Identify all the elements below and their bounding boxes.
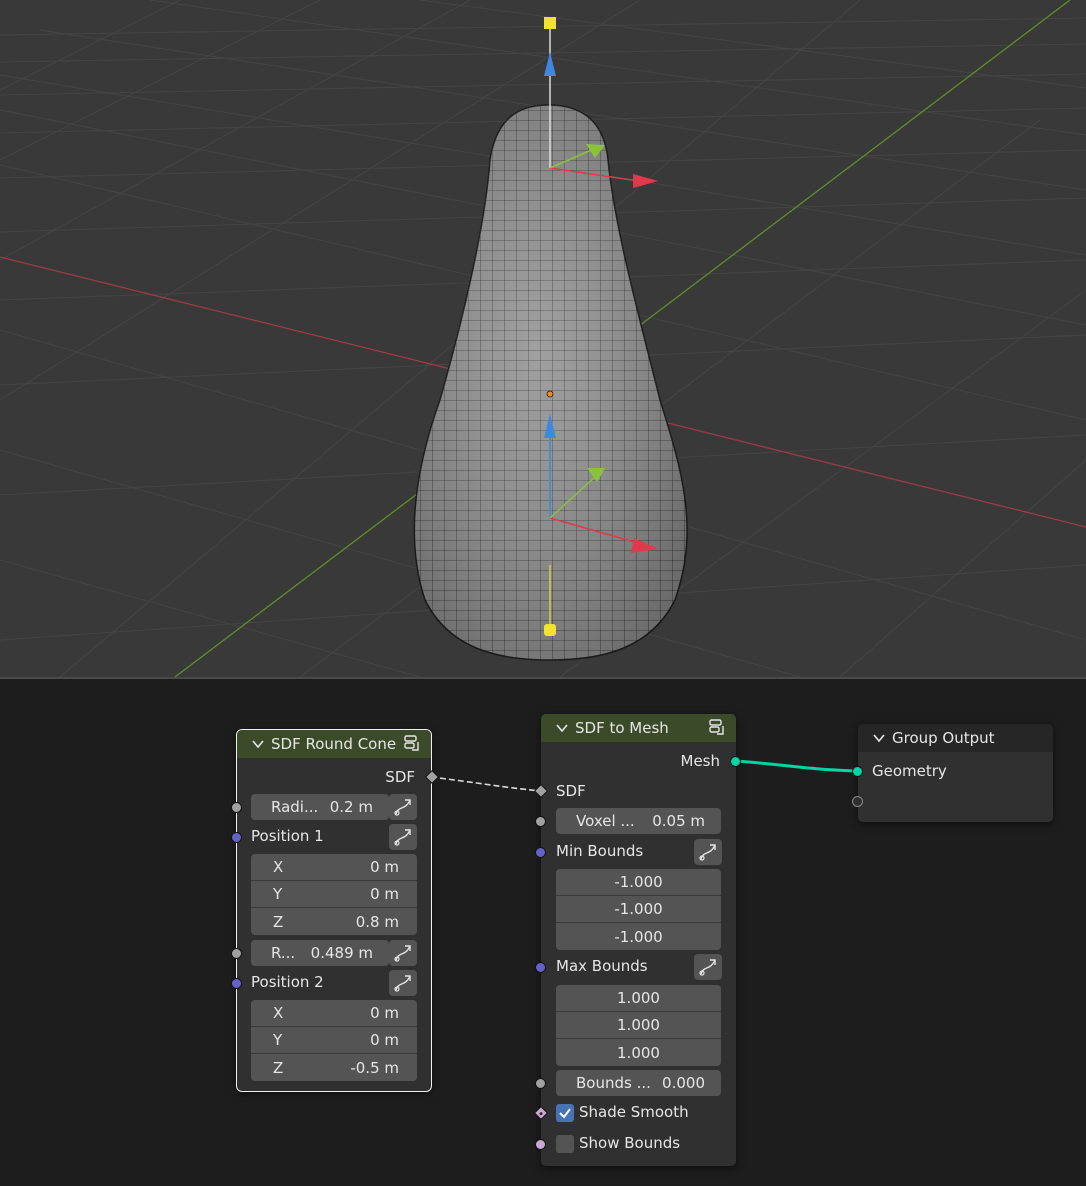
node-header[interactable]: SDF Round Cone [237, 730, 431, 758]
node-sdf-round-cone[interactable]: SDF Round Cone SDF Radi... 0.2 m Positio… [231, 729, 440, 1092]
x-arrow-icon[interactable] [633, 174, 658, 188]
voxel-size-field[interactable]: Voxel ... 0.05 m [556, 808, 721, 834]
field-toggle-button[interactable] [389, 794, 417, 820]
radius2-field[interactable]: R... 0.489 m [251, 940, 389, 966]
min-bounds-vector[interactable]: -1.000 -1.000 -1.000 [556, 869, 721, 950]
z-arrow-icon[interactable] [544, 52, 556, 76]
position1-z[interactable]: Z 0.8 m [251, 908, 417, 935]
max-bounds-label: Max Bounds [556, 957, 648, 975]
position2-vector[interactable]: X0 m Y0 m Z -0.5 m [251, 1000, 417, 1081]
output-mesh-socket[interactable] [730, 756, 741, 767]
show-bounds-socket[interactable] [535, 1139, 546, 1150]
chevron-down-icon[interactable] [872, 731, 886, 745]
min-bounds-z[interactable]: -1.000 [556, 923, 721, 950]
field-curve-icon [394, 975, 411, 992]
position2-y[interactable]: Y0 m [251, 1027, 417, 1054]
max-bounds-x[interactable]: 1.000 [556, 985, 721, 1012]
node-sdf-to-mesh[interactable]: SDF to Mesh Mesh SDF Voxel ... 0.05 m Mi… [533, 714, 741, 1166]
shade-smooth-socket[interactable] [533, 1105, 549, 1121]
bounds-padding-field[interactable]: Bounds ... 0.000 [556, 1070, 721, 1096]
position2-label: Position 2 [251, 973, 324, 991]
radius1-field[interactable]: Radi... 0.2 m [251, 794, 389, 820]
field-curve-icon [394, 945, 411, 962]
node-title: SDF to Mesh [575, 719, 669, 737]
node-header[interactable]: Group Output [858, 724, 1053, 752]
checkmark-icon [559, 1108, 571, 1119]
min-bounds-socket[interactable] [535, 847, 546, 858]
node-title: SDF Round Cone [271, 735, 397, 753]
field-toggle-button[interactable] [389, 824, 417, 850]
endpoint-handle-bottom[interactable] [544, 624, 556, 636]
min-bounds-y[interactable]: -1.000 [556, 896, 721, 923]
voxel-socket[interactable] [535, 816, 546, 827]
min-bounds-label: Min Bounds [556, 842, 644, 860]
field-curve-icon [699, 844, 716, 861]
radius1-socket[interactable] [231, 802, 242, 813]
max-bounds-socket[interactable] [535, 962, 546, 973]
field-curve-icon [699, 959, 716, 976]
field-toggle-button[interactable] [694, 839, 722, 865]
min-bounds-x[interactable]: -1.000 [556, 869, 721, 896]
max-bounds-vector[interactable]: 1.000 1.000 1.000 [556, 985, 721, 1066]
shade-smooth-label: Shade Smooth [579, 1103, 689, 1121]
position2-socket[interactable] [231, 978, 242, 989]
radius2-socket[interactable] [231, 948, 242, 959]
field-toggle-button[interactable] [389, 970, 417, 996]
node-group-icon[interactable] [708, 718, 728, 738]
node-title: Group Output [892, 729, 995, 747]
3d-viewport[interactable] [0, 0, 1086, 677]
position1-x[interactable]: X0 m [251, 854, 417, 881]
node-group-icon[interactable] [403, 734, 423, 754]
mesh-shading [414, 105, 688, 660]
field-curve-icon [394, 829, 411, 846]
max-bounds-y[interactable]: 1.000 [556, 1012, 721, 1039]
max-bounds-z[interactable]: 1.000 [556, 1039, 721, 1066]
field-toggle-button[interactable] [694, 954, 722, 980]
chevron-down-icon[interactable] [555, 721, 569, 735]
sdf-link [430, 776, 542, 792]
output-sdf-label: SDF [385, 768, 415, 786]
position1-vector[interactable]: X0 m Y0 m Z 0.8 m [251, 854, 417, 935]
object-origin [546, 390, 554, 398]
position1-y[interactable]: Y0 m [251, 881, 417, 908]
node-header[interactable]: SDF to Mesh [541, 714, 736, 742]
field-toggle-button[interactable] [389, 940, 417, 966]
output-mesh-label: Mesh [680, 752, 721, 770]
position1-socket[interactable] [231, 832, 242, 843]
position2-z[interactable]: Z -0.5 m [251, 1054, 417, 1081]
shade-smooth-checkbox[interactable] [556, 1104, 574, 1122]
input-sdf-label: SDF [556, 782, 586, 800]
chevron-down-icon[interactable] [251, 737, 265, 751]
node-editor[interactable]: SDF Round Cone SDF Radi... 0.2 m Positio… [0, 679, 1086, 1186]
show-bounds-checkbox[interactable] [556, 1135, 574, 1153]
endpoint-handle-top[interactable] [544, 17, 556, 29]
geometry-link [735, 759, 859, 773]
empty-input-socket[interactable] [852, 796, 863, 807]
node-group-output[interactable]: Group Output Geometry [852, 724, 1053, 822]
field-curve-icon [394, 799, 411, 816]
position2-x[interactable]: X0 m [251, 1000, 417, 1027]
input-geometry-socket[interactable] [852, 766, 863, 777]
position1-label: Position 1 [251, 827, 324, 845]
viewport-scene [0, 0, 1086, 677]
bounds-padding-socket[interactable] [535, 1078, 546, 1089]
input-geometry-label: Geometry [872, 762, 947, 780]
output-sdf-socket[interactable] [424, 769, 440, 785]
input-sdf-socket[interactable] [533, 783, 549, 799]
show-bounds-label: Show Bounds [579, 1134, 681, 1152]
